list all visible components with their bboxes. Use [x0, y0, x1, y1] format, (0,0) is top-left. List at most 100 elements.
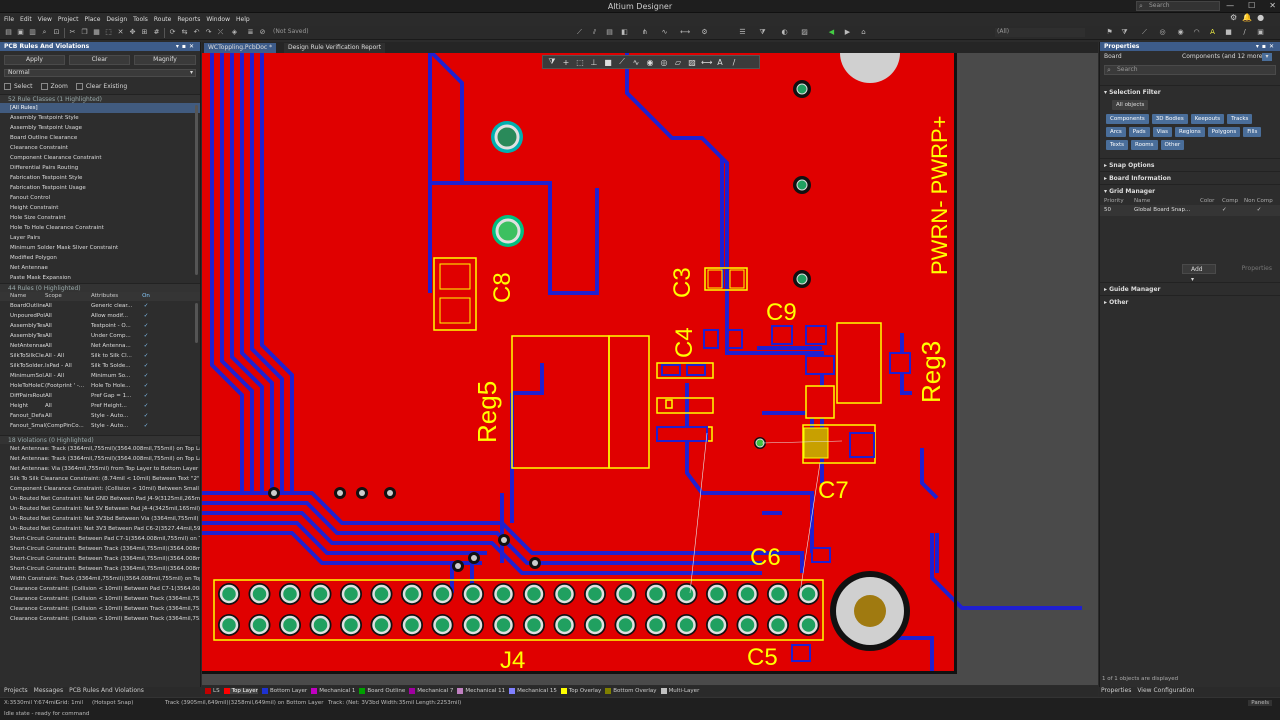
filter-chip-vias[interactable]: Vias	[1152, 127, 1172, 137]
snap-options-header[interactable]: ▸ Snap Options	[1100, 158, 1280, 171]
all-objects-chip[interactable]: All objects	[1112, 100, 1149, 110]
filter-icon[interactable]: ⧩	[547, 57, 557, 67]
filter-icon[interactable]: ⧩	[758, 28, 767, 37]
place-arc-icon[interactable]: ◠	[1192, 28, 1201, 37]
close-icon[interactable]: ✕	[1269, 1, 1276, 10]
rule-class-item[interactable]: Assembly Testpoint Style	[0, 113, 200, 123]
layer-tab-bottom-layer[interactable]: Bottom Layer	[261, 688, 307, 694]
rule-class-item[interactable]: Hole Size Constraint	[0, 213, 200, 223]
rules-scrollbar[interactable]	[195, 303, 198, 343]
menu-place[interactable]: Place	[84, 16, 100, 23]
violation-item[interactable]: Clearance Constraint: (Collision < 10mil…	[0, 614, 200, 624]
layer-tab-top-layer[interactable]: Top Layer	[223, 688, 258, 694]
rule-enabled-checkbox[interactable]: ✓	[136, 421, 156, 431]
rule-row[interactable]: MinimumSol...All - All Minimum So... ✓	[0, 371, 200, 381]
pin-icon[interactable]: ⚑	[1105, 28, 1114, 37]
layer-tab-mechanical-11[interactable]: Mechanical 11	[457, 688, 505, 694]
layer-tab-multi-layer[interactable]: Multi-Layer	[660, 688, 699, 694]
rule-enabled-checkbox[interactable]: ✓	[136, 351, 156, 361]
violation-item[interactable]: Un-Routed Net Constraint: Net 5V Between…	[0, 504, 200, 514]
menu-view[interactable]: View	[38, 16, 52, 23]
view-3d-icon[interactable]: ◈	[230, 28, 239, 37]
filter-chip-polygons[interactable]: Polygons	[1207, 127, 1241, 137]
user-icon[interactable]: ●	[1257, 13, 1264, 22]
tab-properties[interactable]: Properties	[1101, 687, 1131, 697]
menu-file[interactable]: File	[4, 16, 14, 23]
paste-icon[interactable]: ▦	[92, 28, 101, 37]
rule-enabled-checkbox[interactable]: ✓	[136, 391, 156, 401]
align-icon[interactable]: ⊥	[589, 58, 599, 67]
guide-manager-header[interactable]: ▸ Guide Manager	[1100, 282, 1280, 295]
apply-button[interactable]: Apply	[4, 55, 65, 65]
cut-icon[interactable]: ✂	[68, 28, 77, 37]
menu-tools[interactable]: Tools	[133, 16, 148, 23]
polygon-icon[interactable]: ▱	[673, 58, 683, 67]
fanout-icon[interactable]: ⋔	[640, 28, 649, 37]
violation-item[interactable]: Short-Circuit Constraint: Between Pad C7…	[0, 534, 200, 544]
layer-tab-mechanical-1[interactable]: Mechanical 1	[311, 688, 355, 694]
properties-search-input[interactable]: ⌕ Search	[1104, 65, 1276, 75]
interactive-route-icon[interactable]: ⟋	[575, 28, 584, 37]
place-line-icon[interactable]: /	[1240, 28, 1249, 37]
violation-item[interactable]: Un-Routed Net Constraint: Net 3V3 Betwee…	[0, 524, 200, 534]
other-header[interactable]: ▸ Other	[1100, 295, 1280, 308]
drc-icon[interactable]: ◧	[620, 28, 629, 37]
rule-enabled-checkbox[interactable]: ✓	[136, 401, 156, 411]
zoom-checkbox[interactable]: Zoom	[41, 83, 68, 90]
panel-controls-icon[interactable]: ▾▪✕	[1256, 42, 1277, 51]
rule-row[interactable]: Fanout_Small (CompPinCo... Style - Auto...…	[0, 421, 200, 431]
classes-scrollbar[interactable]	[195, 105, 198, 275]
components-filter[interactable]: Components (and 12 more)	[1182, 51, 1265, 63]
rule-row[interactable]: SilkToSolder... IsPad - All Silk To Solde.…	[0, 361, 200, 371]
layer-set-icon[interactable]: ≣	[246, 28, 255, 37]
clear-button[interactable]: Clear	[69, 55, 130, 65]
layer-tab-bottom-overlay[interactable]: Bottom Overlay	[605, 688, 657, 694]
rule-class-item[interactable]: Minimum Solder Mask Sliver Constraint	[0, 243, 200, 253]
rotate-icon[interactable]: ⟳	[168, 28, 177, 37]
grid-properties-button[interactable]: Properties	[1234, 264, 1280, 274]
place-pad-icon[interactable]: ◉	[1176, 28, 1185, 37]
rule-row[interactable]: UnpouredPol...All Allow modif... ✓	[0, 311, 200, 321]
menu-window[interactable]: Window	[206, 16, 230, 23]
highlight-icon[interactable]: ◐	[780, 28, 789, 37]
forward-icon[interactable]: ▶	[843, 28, 852, 37]
filter-chip-components[interactable]: Components	[1106, 114, 1149, 124]
rule-class-item[interactable]: [All Rules]	[0, 103, 200, 113]
grid-icon[interactable]: #	[152, 28, 161, 37]
panel-controls-icon[interactable]: ▾▪✕	[176, 42, 197, 51]
filter-chip-rooms[interactable]: Rooms	[1131, 140, 1158, 150]
filter-funnel-icon[interactable]: ⧩	[1120, 28, 1129, 37]
violation-item[interactable]: Un-Routed Net Constraint: Net 3V3bd Betw…	[0, 514, 200, 524]
clear-existing-checkbox[interactable]: Clear Existing	[76, 83, 127, 90]
place-track-icon[interactable]: ⟋	[1140, 28, 1149, 37]
grid-manager-header[interactable]: ▾ Grid Manager	[1100, 184, 1280, 197]
undo-icon[interactable]: ↶	[192, 28, 201, 37]
layer-tab-top-overlay[interactable]: Top Overlay	[560, 688, 601, 694]
menu-help[interactable]: Help	[236, 16, 250, 23]
filter-combo[interactable]: (All)	[995, 28, 1085, 37]
flip-icon[interactable]: ⇆	[180, 28, 189, 37]
copy-icon[interactable]: ❐	[80, 28, 89, 37]
menu-edit[interactable]: Edit	[20, 16, 32, 23]
rule-enabled-checkbox[interactable]: ✓	[136, 361, 156, 371]
deselect-icon[interactable]: ✕	[116, 28, 125, 37]
zoom-fit-icon[interactable]: ⊡	[52, 28, 61, 37]
filter-chip-tracks[interactable]: Tracks	[1227, 114, 1253, 124]
violation-item[interactable]: Short-Circuit Constraint: Between Track …	[0, 544, 200, 554]
select-checkbox[interactable]: Select	[4, 83, 33, 90]
crosshair-icon[interactable]: +	[561, 58, 571, 67]
rule-class-item[interactable]: Fabrication Testpoint Usage	[0, 183, 200, 193]
tab-messages[interactable]: Messages	[34, 687, 63, 697]
violation-item[interactable]: Clearance Constraint: (Collision < 10mil…	[0, 584, 200, 594]
pad-icon[interactable]: ◉	[645, 58, 655, 67]
notifications-icon[interactable]: 🔔	[1242, 13, 1252, 22]
save-icon[interactable]: ▣	[16, 28, 25, 37]
tune-icon[interactable]: ∿	[631, 58, 641, 67]
cross-probe-icon[interactable]: ⤫	[216, 28, 225, 37]
line-icon[interactable]: /	[729, 58, 739, 67]
panels-button[interactable]: Panels	[1248, 700, 1272, 706]
filter-chip-other[interactable]: Other	[1160, 140, 1185, 150]
maximize-icon[interactable]: ☐	[1248, 1, 1255, 10]
tab-pcb-rules[interactable]: PCB Rules And Violations	[69, 687, 144, 697]
rule-row[interactable]: Fanout_Defa...All Style - Auto... ✓	[0, 411, 200, 421]
